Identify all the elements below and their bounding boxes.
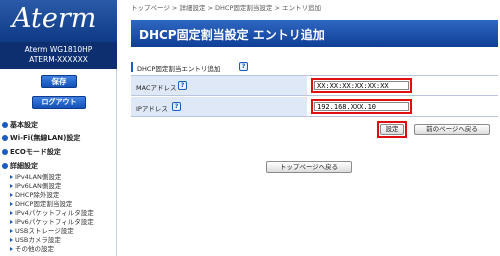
nav-basic-settings[interactable]: 基本設定 [2,120,38,130]
section-marker [131,62,133,72]
logo-text: Aterm [12,3,97,34]
ip-row: IPアドレス ? [131,97,498,117]
sidebar: Aterm Aterm WG1810HP ATERM-XXXXXX 保存 ログア… [0,0,117,256]
set-button[interactable]: 設定 [380,124,404,135]
mac-address-input[interactable] [314,81,409,90]
arrow-icon [10,201,13,206]
logo: Aterm [0,0,117,42]
breadcrumb: トップページ > 詳細設定 > DHCP固定割当設定 > エントリ追加 [131,4,321,12]
device-info: Aterm WG1810HP ATERM-XXXXXX [0,42,117,69]
arrow-icon [10,237,13,242]
arrow-icon [10,210,13,215]
page-title: DHCP固定割当設定 エントリ追加 [139,28,325,42]
device-name: ATERM-XXXXXX [29,55,88,64]
arrow-icon [10,183,13,188]
sidebar-item-other[interactable]: その他の設定 [10,243,54,253]
help-icon[interactable]: ? [172,102,181,111]
back-button[interactable]: 前のページへ戻る [414,124,490,135]
arrow-icon [10,219,13,224]
mac-label-cell: MACアドレス ? [131,76,307,95]
nav-wifi-settings[interactable]: Wi-Fi(無線LAN)設定 [2,133,80,143]
arrow-icon [10,228,13,233]
help-icon[interactable]: ? [178,81,187,90]
ip-label-cell: IPアドレス ? [131,97,307,116]
arrow-icon [10,192,13,197]
device-model: Aterm WG1810HP [24,45,93,54]
bullet-icon [2,134,8,141]
section-header: DHCP固定割当エントリ追加 ? [131,61,498,74]
bullet-icon [2,148,8,155]
help-icon[interactable]: ? [239,62,248,71]
ip-label: IPアドレス [136,105,168,113]
mac-field-highlight [311,78,412,93]
logout-button[interactable]: ログアウト [32,96,86,109]
top-page-button[interactable]: トップページへ戻る [266,161,352,173]
mac-label: MACアドレス [136,84,177,92]
nav-advanced-settings[interactable]: 詳細設定 [2,161,38,171]
arrow-icon [10,246,13,251]
entry-form: MACアドレス ? IPアドレス ? [131,75,498,117]
bullet-icon [2,162,8,169]
section-title: DHCP固定割当エントリ追加 [137,65,221,73]
bullet-icon [2,121,8,128]
ip-address-input[interactable] [314,102,409,111]
mac-row: MACアドレス ? [131,76,498,96]
save-button[interactable]: 保存 [41,75,77,88]
nav-eco-settings[interactable]: ECOモード設定 [2,147,61,157]
ip-field-highlight [311,99,412,114]
page-header: DHCP固定割当設定 エントリ追加 [131,20,498,47]
arrow-icon [10,174,13,179]
